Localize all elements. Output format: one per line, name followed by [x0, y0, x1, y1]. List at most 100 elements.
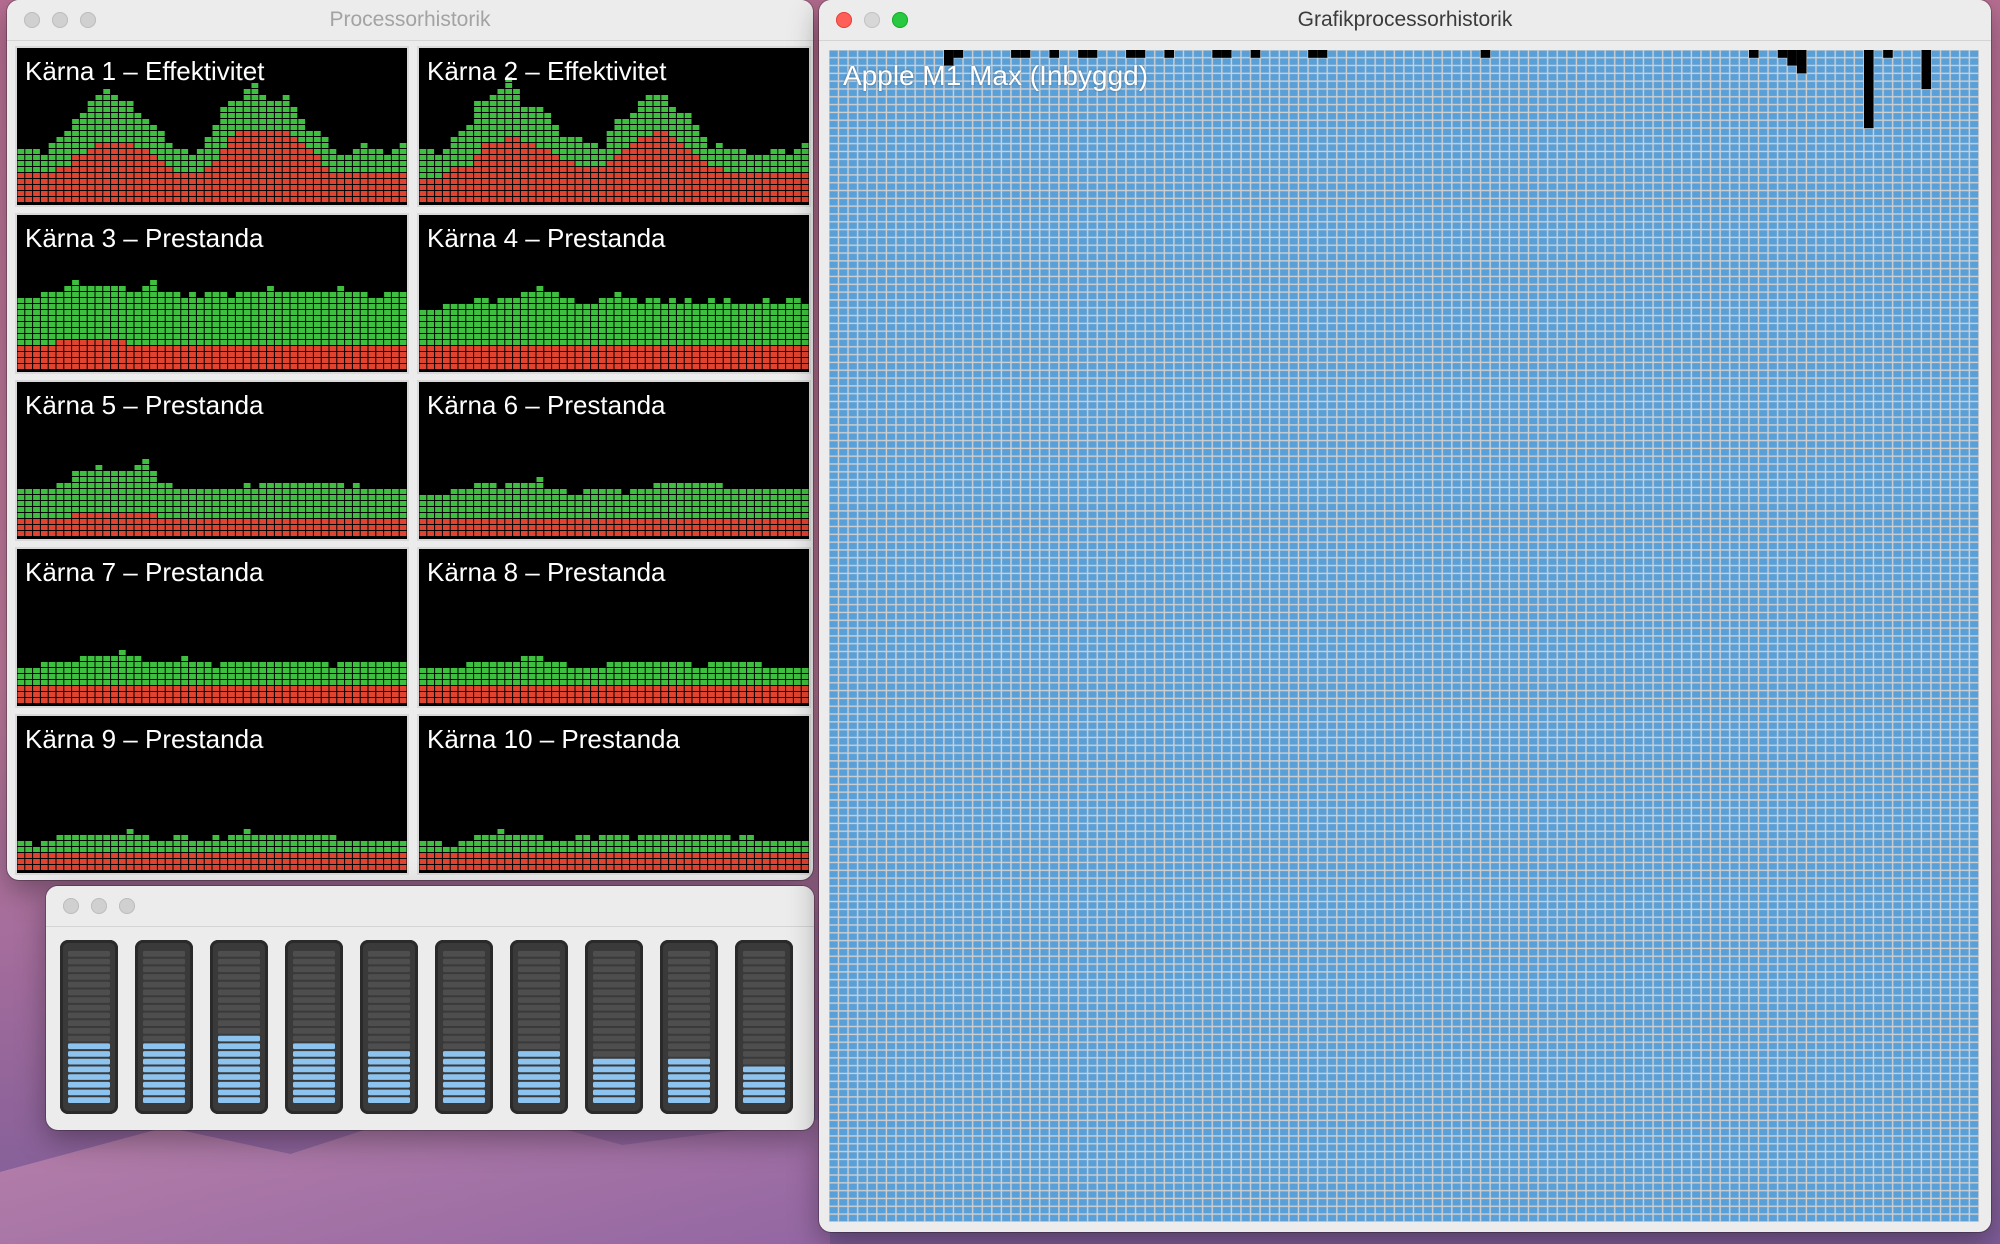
system-load-block: [661, 185, 669, 190]
system-load-block: [282, 173, 290, 178]
system-load-block: [282, 525, 290, 530]
system-load-block: [321, 173, 329, 178]
user-load-block: [731, 149, 739, 154]
user-load-block: [669, 304, 676, 309]
system-load-block: [520, 185, 528, 190]
user-load-block: [290, 668, 298, 673]
system-load-block: [204, 865, 212, 870]
user-load-block: [25, 513, 33, 518]
user-load-block: [450, 489, 458, 494]
system-load-block: [345, 865, 352, 870]
system-load-block: [150, 185, 157, 190]
meter-segment: [743, 1043, 785, 1050]
user-load-block: [360, 340, 368, 345]
system-load-block: [142, 161, 150, 166]
system-load-block: [274, 686, 282, 691]
system-load-block: [622, 358, 630, 363]
system-load-block: [40, 531, 48, 536]
user-load-block: [267, 119, 274, 124]
user-load-block: [64, 835, 72, 840]
user-load-block: [243, 501, 251, 506]
zoom-button[interactable]: [119, 898, 135, 914]
user-load-block: [520, 662, 528, 667]
system-load-block: [267, 686, 274, 691]
minimize-button[interactable]: [91, 898, 107, 914]
gpu-idle-column: [1557, 50, 1567, 1222]
system-load-block: [103, 352, 111, 357]
gpu-history-graph: Apple M1 Max (Inbyggd): [829, 50, 1979, 1222]
system-load-block: [731, 531, 739, 536]
system-load-block: [567, 853, 575, 858]
system-load-block: [72, 191, 79, 196]
system-load-block: [87, 352, 95, 357]
user-load-block: [676, 674, 684, 679]
user-load-block: [481, 847, 489, 852]
cpu-history-titlebar[interactable]: Processorhistorik: [7, 0, 813, 41]
system-load-block: [235, 197, 243, 202]
user-load-block: [723, 501, 731, 506]
gpu-idle-column: [1566, 50, 1577, 1222]
system-load-block: [189, 197, 196, 202]
user-load-block: [520, 847, 528, 852]
cpu-load-titlebar[interactable]: [46, 886, 814, 927]
user-load-block: [118, 137, 126, 142]
system-load-block: [290, 197, 298, 202]
system-load-block: [337, 525, 345, 530]
user-load-block: [575, 674, 583, 679]
user-load-block: [72, 316, 79, 321]
user-load-block: [173, 501, 181, 506]
system-load-block: [165, 179, 173, 184]
user-load-block: [251, 847, 259, 852]
user-load-block: [637, 501, 645, 506]
close-button[interactable]: [63, 898, 79, 914]
user-load-block: [321, 513, 329, 518]
user-load-block: [583, 149, 591, 154]
user-load-block: [505, 835, 513, 840]
user-load-block: [391, 316, 399, 321]
system-load-block: [111, 692, 118, 697]
system-load-block: [142, 167, 150, 172]
system-load-block: [645, 859, 653, 864]
user-load-block: [251, 292, 259, 297]
user-load-block: [134, 125, 142, 130]
user-load-block: [399, 489, 407, 494]
user-load-block: [79, 292, 87, 297]
user-load-block: [134, 501, 142, 506]
system-load-block: [637, 865, 645, 870]
user-load-block: [235, 507, 243, 512]
user-load-block: [583, 674, 591, 679]
user-load-block: [150, 477, 157, 482]
user-load-block: [212, 137, 220, 142]
user-load-block: [474, 101, 481, 106]
gpu-activity-bar: [1317, 50, 1328, 58]
user-load-block: [630, 847, 637, 852]
user-load-block: [126, 334, 134, 339]
user-load-block: [243, 322, 251, 327]
gpu-history-titlebar[interactable]: Grafikprocessorhistorik: [819, 0, 1991, 41]
system-load-block: [544, 191, 552, 196]
user-load-block: [481, 835, 489, 840]
meter-segment-lit: [668, 1066, 710, 1073]
user-load-block: [598, 340, 606, 345]
user-load-block: [165, 322, 173, 327]
system-load-block: [33, 865, 40, 870]
system-load-block: [235, 155, 243, 160]
user-load-block: [466, 674, 474, 679]
user-load-block: [653, 483, 661, 488]
system-load-block: [103, 853, 111, 858]
system-load-block: [442, 692, 450, 697]
system-load-block: [622, 859, 630, 864]
system-load-block: [111, 352, 118, 357]
user-load-block: [87, 483, 95, 488]
user-load-block: [520, 674, 528, 679]
system-load-block: [684, 686, 692, 691]
system-load-block: [544, 531, 552, 536]
user-load-block: [786, 334, 793, 339]
user-load-block: [786, 501, 793, 506]
user-load-block: [489, 101, 497, 106]
user-load-block: [189, 328, 196, 333]
system-load-block: [622, 185, 630, 190]
system-load-block: [723, 185, 731, 190]
system-load-block: [505, 161, 513, 166]
user-load-block: [313, 495, 321, 500]
